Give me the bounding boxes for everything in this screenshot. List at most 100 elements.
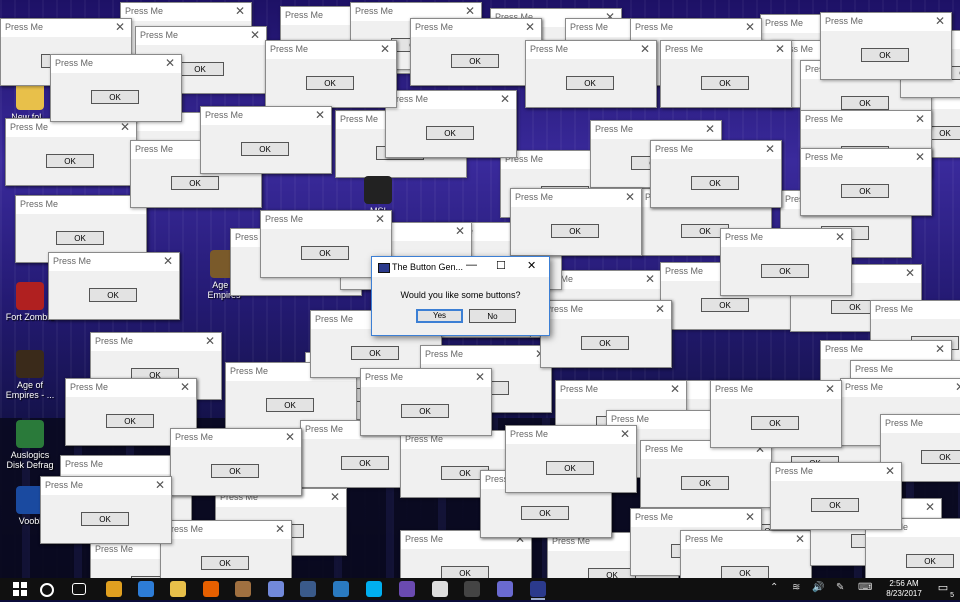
file-explorer-icon[interactable] [170, 581, 186, 597]
press-me-window[interactable]: Press Me✕OK [820, 12, 952, 80]
window-titlebar[interactable]: Press Me✕ [721, 229, 851, 247]
ok-button[interactable]: OK [266, 398, 314, 412]
action-center-icon[interactable]: ▭ 5 [934, 581, 954, 599]
close-icon[interactable]: ✕ [955, 380, 960, 394]
close-icon[interactable]: ✕ [165, 56, 175, 70]
chrome-icon[interactable] [106, 581, 122, 597]
press-me-window[interactable]: Press Me✕OK [410, 18, 542, 86]
ok-button[interactable]: OK [751, 416, 799, 430]
close-icon[interactable]: ✕ [285, 430, 295, 444]
ok-button[interactable]: OK [401, 404, 449, 418]
press-me-window[interactable]: Press Me✕OK [650, 140, 782, 208]
keyboard-icon[interactable]: ⌨ [858, 582, 872, 593]
ok-button[interactable]: OK [721, 566, 769, 578]
minimize-icon[interactable]: — [466, 259, 477, 271]
close-icon[interactable]: ✕ [235, 4, 245, 18]
ok-button[interactable]: OK [341, 456, 389, 470]
close-icon[interactable]: ✕ [825, 382, 835, 396]
ok-button[interactable]: OK [546, 461, 594, 475]
desktop-shortcut[interactable]: Age of Empires - ... [2, 350, 58, 400]
press-me-window[interactable]: Press Me✕ OK [170, 428, 302, 496]
ok-button[interactable]: OK [46, 154, 94, 168]
mail-icon[interactable] [432, 581, 448, 597]
press-me-window[interactable]: Press Me✕ OK [40, 476, 172, 544]
press-me-window[interactable]: Press Me✕OK [770, 462, 902, 530]
press-me-window[interactable]: Press Me✕OK [505, 425, 637, 493]
window-titlebar[interactable]: Press Me✕ [1, 19, 131, 37]
close-icon[interactable]: ✕ [795, 532, 805, 546]
press-me-window[interactable]: Press Me✕OK [800, 148, 932, 216]
close-icon[interactable]: ✕ [835, 230, 845, 244]
close-icon[interactable]: ✕ [935, 342, 945, 356]
press-me-window[interactable]: Press Me✕ OK [360, 368, 492, 436]
close-icon[interactable]: ✕ [745, 20, 755, 34]
cortana-icon[interactable] [40, 583, 54, 597]
press-me-window[interactable]: Press Me✕OK [640, 440, 772, 508]
press-me-window[interactable]: Press Me✕OK [660, 40, 792, 108]
window-titlebar[interactable]: Press Me✕ [851, 361, 960, 379]
close-icon[interactable]: ✕ [645, 272, 655, 286]
window-titlebar[interactable]: Press Me✕ [261, 211, 391, 229]
close-icon[interactable]: ✕ [465, 4, 475, 18]
window-titlebar[interactable]: Press Me✕ [801, 111, 931, 129]
window-titlebar[interactable]: Press Me✕ [881, 415, 960, 433]
ok-button[interactable]: OK [681, 476, 729, 490]
ok-button[interactable]: OK [588, 568, 636, 578]
window-titlebar[interactable]: Press Me✕ [541, 301, 671, 319]
window-titlebar[interactable]: Press Me✕ [361, 369, 491, 387]
ok-button[interactable]: OK [241, 142, 289, 156]
media-app-icon[interactable] [497, 581, 513, 597]
ok-button[interactable]: OK [441, 566, 489, 578]
window-titlebar[interactable]: Press Me✕ [771, 463, 901, 481]
task-view-icon[interactable] [72, 583, 86, 595]
window-titlebar[interactable]: Press Me✕ [16, 196, 146, 214]
close-icon[interactable]: ✕ [475, 370, 485, 384]
no-button[interactable]: No [469, 309, 516, 323]
press-me-window[interactable]: Press Me✕OK [710, 380, 842, 448]
skype-icon[interactable] [366, 581, 382, 597]
ok-button[interactable]: OK [921, 450, 960, 464]
close-icon[interactable]: ✕ [500, 92, 510, 106]
window-titlebar[interactable]: Press Me✕ [91, 333, 221, 351]
button-generator-dialog[interactable]: The Button Gen... — ☐ ✕ Would you like s… [371, 256, 550, 336]
ok-button[interactable]: OK [201, 556, 249, 570]
ok-button[interactable]: OK [211, 464, 259, 478]
window-titlebar[interactable]: Press Me✕ [526, 41, 656, 59]
close-icon[interactable]: ✕ [640, 42, 650, 56]
close-icon[interactable]: ✕ [775, 42, 785, 56]
window-titlebar[interactable]: Press Me✕ [661, 41, 791, 59]
close-icon[interactable]: ✕ [375, 212, 385, 226]
pen-icon[interactable]: ✎ [836, 582, 844, 593]
window-titlebar[interactable]: Press Me✕ [171, 429, 301, 447]
window-titlebar[interactable]: Press Me✕ [421, 346, 551, 364]
close-icon[interactable]: ✕ [455, 224, 465, 238]
terminal-icon[interactable] [464, 581, 480, 597]
window-titlebar[interactable]: Press Me✕ [631, 19, 761, 37]
close-icon[interactable]: ✕ [155, 478, 165, 492]
button-generator-taskbar-icon[interactable] [530, 581, 546, 600]
press-me-window[interactable]: Press Me✕ OK [540, 300, 672, 368]
press-me-window[interactable]: Press Me✕ OK [48, 252, 180, 320]
firefox-icon[interactable] [203, 581, 219, 597]
window-titlebar[interactable]: Press Me✕ [41, 477, 171, 495]
ok-button[interactable]: OK [581, 336, 629, 350]
window-titlebar[interactable]: Press Me✕ [681, 531, 811, 549]
close-icon[interactable]: ✕ [625, 190, 635, 204]
close-icon[interactable]: ✕ [705, 122, 715, 136]
ok-button[interactable]: OK [301, 246, 349, 260]
ok-button[interactable]: OK [841, 96, 889, 110]
window-titlebar[interactable]: Press Me✕ [49, 253, 179, 271]
ok-button[interactable]: OK [81, 512, 129, 526]
ok-button[interactable]: OK [566, 76, 614, 90]
window-titlebar[interactable]: Press Me✕ [386, 91, 516, 109]
ok-button[interactable]: OK [176, 62, 224, 76]
close-icon[interactable]: ✕ [885, 464, 895, 478]
ok-button[interactable]: OK [89, 288, 137, 302]
window-titlebar[interactable]: Press Me✕ [871, 301, 960, 319]
press-me-window[interactable]: Press Me✕OK [510, 188, 642, 256]
tray-chevron-icon[interactable]: ⌃ [770, 582, 778, 593]
obs-icon[interactable] [399, 581, 415, 597]
window-app-icon[interactable] [333, 581, 349, 597]
clock[interactable]: 2:56 AM 8/23/2017 [880, 579, 928, 599]
press-me-window[interactable]: Press Me✕OK [5, 118, 137, 186]
